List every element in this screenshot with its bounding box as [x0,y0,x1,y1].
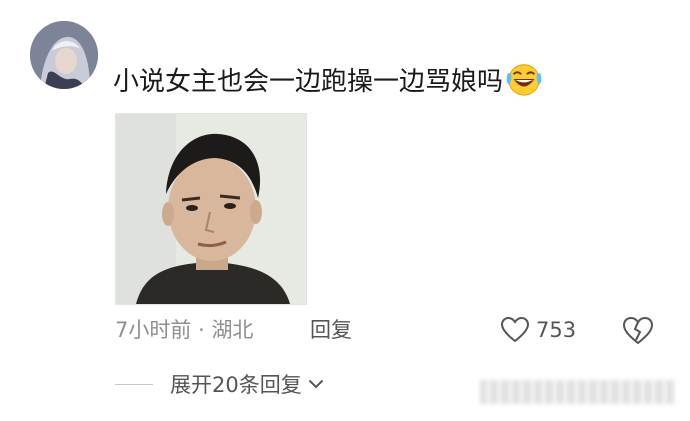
expand-replies-button[interactable]: 展开20条回复 [170,369,324,399]
avatar[interactable] [30,21,98,89]
timestamp: 7小时前 [115,318,192,342]
reply-button[interactable]: 回复 [310,314,352,344]
heart-icon [500,316,530,343]
comment-meta: 7小时前 · 湖北 [115,314,253,344]
chevron-down-icon [308,379,323,389]
location: 湖北 [211,318,254,342]
photo-image [116,114,306,304]
like-button[interactable]: 753 [500,314,576,346]
expand-replies-label: 展开20条回复 [170,373,302,397]
attached-photo[interactable] [115,113,307,305]
comment-text: 小说女主也会一边跑操一边骂娘吗 [113,67,504,97]
comment-body: 小说女主也会一边跑操一边骂娘吗 [113,60,543,102]
meta-separator: · [198,318,205,342]
dislike-button[interactable] [622,316,654,346]
like-count: 753 [536,318,577,342]
laughing-crying-emoji-icon [506,64,542,96]
expand-divider [115,384,153,385]
blurred-watermark [480,380,675,404]
broken-heart-icon [622,316,654,345]
comment-card: 小说女主也会一边跑操一边骂娘吗 7小时前 · 湖北 回复 753 展开20条回复 [0,0,690,421]
avatar-image [30,21,98,89]
